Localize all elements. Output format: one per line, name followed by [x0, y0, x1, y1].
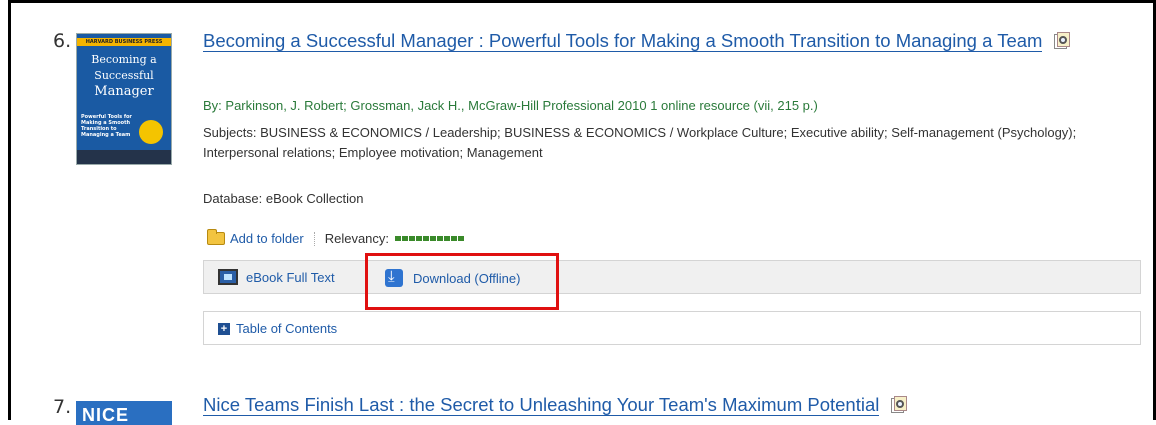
download-highlight-box — [365, 253, 559, 310]
pdf-preview-icon[interactable] — [889, 396, 909, 413]
separator — [313, 231, 315, 246]
results-frame: 6. HARVARD BUSINESS PRESS Becoming a Suc… — [8, 0, 1156, 425]
relevancy-bar — [395, 236, 465, 241]
add-to-folder-link[interactable]: Add to folder — [230, 231, 304, 246]
pdf-preview-icon[interactable] — [1052, 32, 1072, 49]
cover-footer — [77, 150, 171, 164]
relevancy-label: Relevancy: — [324, 231, 390, 246]
result-byline: By: Parkinson, J. Robert; Grossman, Jack… — [203, 98, 818, 113]
book-cover-thumbnail[interactable]: NICE — [76, 401, 172, 425]
cover-band-text: HARVARD BUSINESS PRESS — [85, 39, 163, 45]
ebook-full-text-link[interactable]: eBook Full Text — [218, 269, 335, 285]
table-of-contents-label[interactable]: Table of Contents — [236, 321, 337, 336]
result-title-text[interactable]: Nice Teams Finish Last : the Secret to U… — [203, 394, 880, 416]
full-text-toolbar: eBook Full Text Download (Offline) — [203, 260, 1141, 294]
cover-subtitle: Powerful Tools for Making a Smooth Trans… — [81, 114, 132, 138]
table-of-contents-bar: + Table of Contents — [203, 311, 1141, 345]
cover2-title: NICE — [82, 405, 130, 425]
cover-title-line: Successful — [94, 69, 154, 82]
book-cover-thumbnail[interactable]: HARVARD BUSINESS PRESS Becoming a Succes… — [76, 33, 172, 165]
result-subjects: Subjects: BUSINESS & ECONOMICS / Leaders… — [203, 125, 1077, 160]
table-of-contents-link[interactable]: + Table of Contents — [218, 321, 337, 336]
result-title-link[interactable]: Nice Teams Finish Last : the Secret to U… — [203, 391, 1143, 419]
result-number: 7. — [53, 396, 72, 418]
cover-title-line: Becoming a — [91, 53, 157, 66]
ebook-full-text-label[interactable]: eBook Full Text — [246, 270, 335, 285]
result-actions: Add to folder Relevancy: — [207, 229, 465, 246]
result-database: Database: eBook Collection — [203, 191, 364, 206]
cover-badge — [139, 120, 163, 144]
cover-title-line: Manager — [94, 84, 154, 99]
result-title-link[interactable]: Becoming a Successful Manager : Powerful… — [203, 27, 1143, 55]
ebook-monitor-icon — [218, 269, 238, 285]
result-title-text[interactable]: Becoming a Successful Manager : Powerful… — [203, 30, 1043, 52]
folder-icon[interactable] — [207, 229, 225, 245]
expand-plus-icon[interactable]: + — [218, 322, 230, 335]
result-number: 6. — [53, 30, 72, 52]
